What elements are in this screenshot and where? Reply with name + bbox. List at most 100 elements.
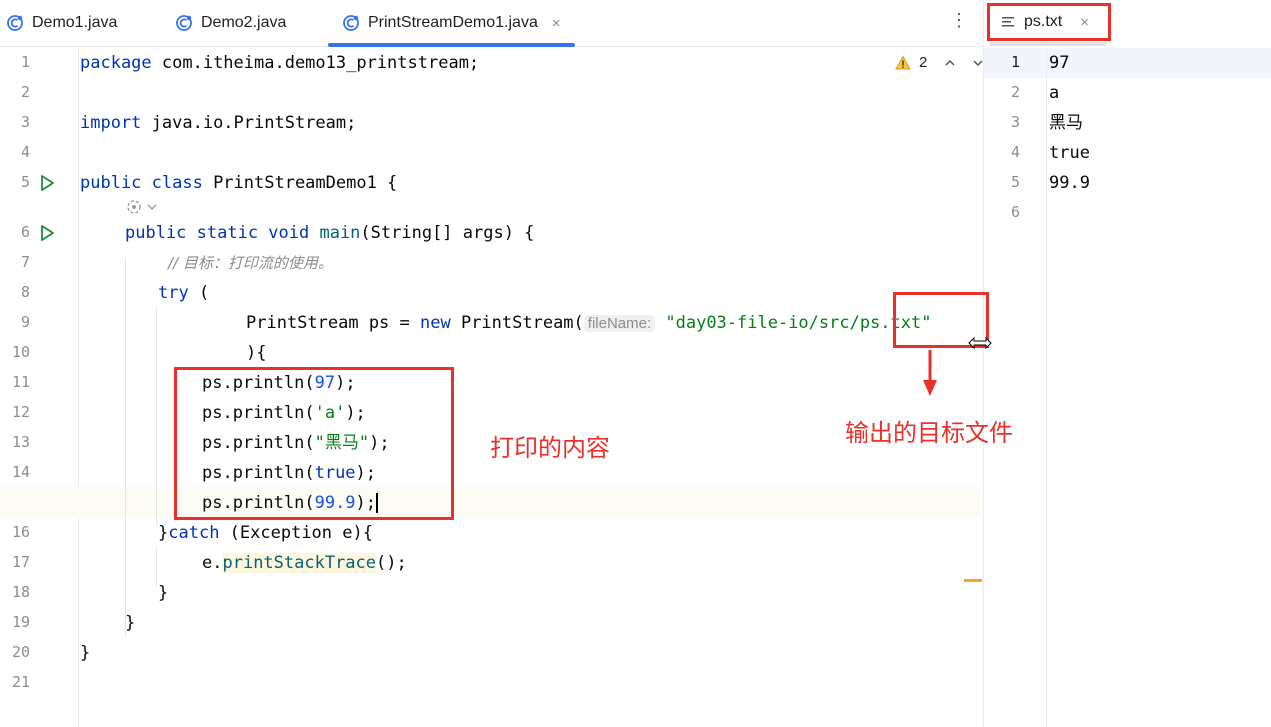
java-class-icon [7,15,23,31]
tab-label: PrintStreamDemo1.java [368,14,538,31]
line-number: 20 [11,643,30,661]
code-line-7: // 目标：打印流的使用。 [168,248,333,278]
string-literal: "day03-file-io/src/ps.txt" [655,313,932,333]
line-number: 11 [11,373,30,391]
code-line-10: ){ [246,338,266,368]
code-vision-icon[interactable] [125,197,161,217]
annotation-output-target-file: 输出的目标文件 [845,419,1013,447]
keyword: try [158,283,189,303]
code-comment: // 目标：打印流的使用。 [168,254,333,272]
line-number: 12 [11,403,30,421]
line-number: 3 [20,113,30,131]
line-number: 13 [11,433,30,451]
warning-count: 2 [919,54,928,71]
more-tabs-menu-icon[interactable]: ⋮ [950,10,968,31]
line-number: 5 [1010,173,1020,191]
tab-label: Demo2.java [201,14,287,31]
code-text: PrintStream( [450,313,584,333]
code-line-1: package com.itheima.demo13_printstream; [80,48,479,78]
text-file-icon [1002,17,1014,27]
line-number: 14 [11,463,30,481]
line-number: 4 [1010,143,1020,161]
keyword: public class [80,173,203,193]
line-number: 3 [1010,113,1020,131]
line-number: 2 [20,83,30,101]
text-line: a [1049,83,1060,103]
line-number: 9 [20,313,30,331]
text-line: true [1049,143,1090,163]
line-number: 18 [11,583,30,601]
code-text: ( [188,283,210,303]
line-number: 16 [11,523,30,541]
tab-printstreamdemo1-java[interactable]: PrintStreamDemo1.java × [328,0,575,47]
keyword: catch [168,523,220,543]
line-number: 19 [11,613,30,631]
line-number: 10 [11,343,30,361]
code-text: (String[] args) { [360,223,535,243]
line-number: 8 [20,283,30,301]
code-text: } [158,523,169,543]
code-text: PrintStreamDemo1 { [202,173,398,193]
code-line-6: public static void main(String[] args) { [125,218,534,248]
code-line-8: try ( [158,278,209,308]
method-call-warning[interactable]: printStackTrace [222,553,377,573]
line-number: 1 [20,53,30,71]
code-line-3: import java.io.PrintStream; [80,108,356,138]
inspection-widget[interactable]: 2 [895,54,985,71]
annotation-arrow-icon [923,350,937,396]
code-text: PrintStream ps = [246,313,420,333]
code-line-18: } [158,578,168,608]
code-text: java.io.PrintStream; [141,113,357,133]
tab-label: Demo1.java [32,14,118,31]
code-line-16: }catch (Exception e){ [158,518,373,548]
run-main-icon[interactable] [38,224,56,242]
run-class-icon[interactable] [38,174,56,192]
scrollbar-warning-marker[interactable] [964,579,982,582]
text-line: 99.9 [1049,173,1090,193]
keyword: new [420,313,451,333]
line-number: 7 [20,253,30,271]
line-number: 5 [20,173,30,191]
code-text: } [158,583,169,603]
text-line: 97 [1049,53,1070,73]
tab-underline [990,42,1106,46]
keyword: import [80,113,142,133]
code-text: } [125,613,136,633]
text-gutter: 1 2 3 4 5 6 [984,47,1047,727]
warning-icon [895,54,911,69]
line-number: 2 [1010,83,1020,101]
text-line: 黑马 [1049,113,1083,133]
code-line-20: } [80,638,90,668]
code-line-9: PrintStream ps = new PrintStream(fileNam… [246,308,931,338]
code-line-19: } [125,608,135,638]
line-number: 1 [1010,53,1020,71]
line-number: 6 [1010,203,1020,221]
keyword: package [80,53,152,73]
parameter-hint: fileName: [583,315,656,332]
editor-gutter: 1 2 3 4 5 6 7 8 9 10 11 12 13 14 15 16 1… [0,47,79,727]
line-number: 6 [20,223,30,241]
close-icon[interactable]: × [552,15,561,32]
keyword: public static void [125,223,310,243]
tab-label: ps.txt [1024,13,1063,30]
close-icon[interactable]: × [1080,14,1089,31]
tab-demo2-java[interactable]: Demo2.java [175,0,286,46]
code-line-5: public class PrintStreamDemo1 { [80,168,397,198]
line-number: 21 [11,673,30,691]
method-name: main [309,223,361,243]
java-class-icon [343,15,359,31]
annotation-printed-content: 打印的内容 [490,434,610,462]
code-text: } [80,643,91,663]
tab-ps-txt[interactable]: ps.txt × [987,3,1111,41]
code-text: (); [376,553,407,573]
code-text: com.itheima.demo13_printstream; [151,53,480,73]
code-text: ){ [246,343,267,363]
chevron-up-icon[interactable] [943,56,957,70]
code-line-17: e.printStackTrace(); [202,548,407,578]
annotation-box-printed-content [174,367,454,520]
resize-cursor-icon [968,336,992,350]
tab-demo1-java[interactable]: Demo1.java [6,0,117,46]
code-text: e. [202,553,223,573]
code-text: (Exception e){ [219,523,373,543]
line-number: 4 [20,143,30,161]
